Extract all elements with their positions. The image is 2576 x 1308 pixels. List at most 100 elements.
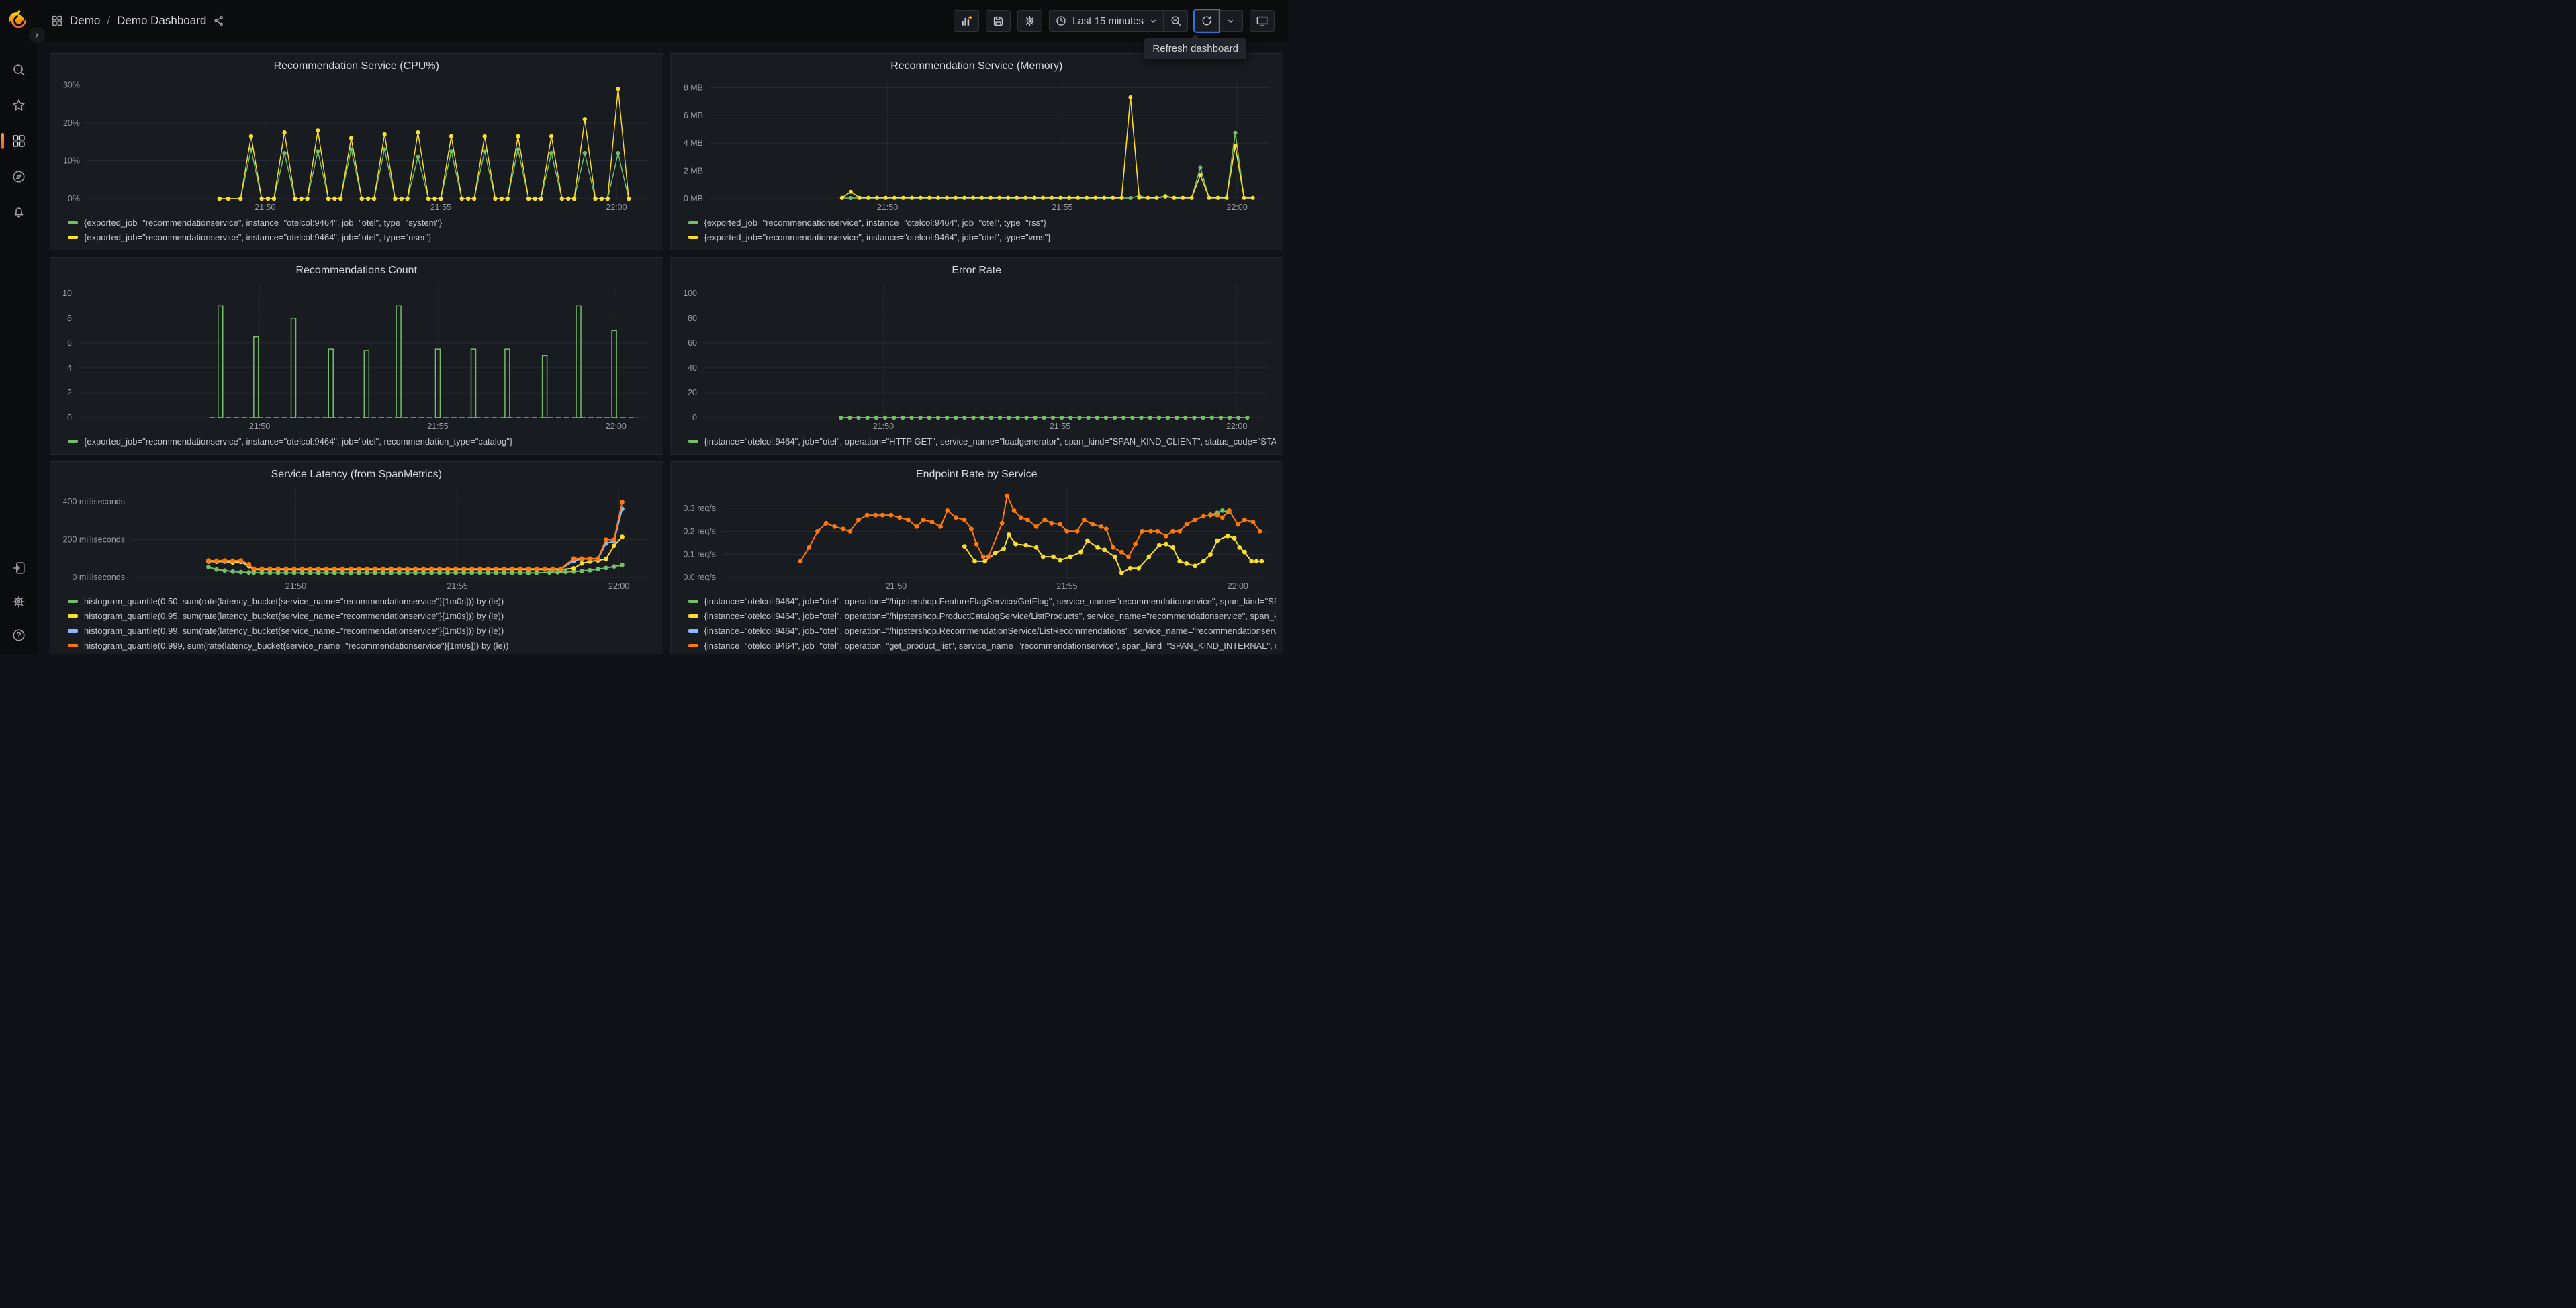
legend-series-label: {instance="otelcol:9464", job="otel", op…: [704, 610, 1277, 621]
legend-series-label: {instance="otelcol:9464", job="otel", op…: [704, 640, 1277, 651]
sidebar-item-starred[interactable]: [5, 92, 32, 119]
svg-text:22:00: 22:00: [1227, 581, 1248, 591]
main-area: Demo / Demo Dashboard Last 15 minutes Re…: [38, 0, 1288, 654]
legend-item[interactable]: histogram_quantile(0.50, sum(rate(latenc…: [68, 594, 656, 608]
kiosk-mode-button[interactable]: [1250, 10, 1275, 32]
panel-title[interactable]: Error Rate: [678, 262, 1277, 279]
legend-series-swatch: [688, 235, 698, 239]
svg-text:10%: 10%: [63, 156, 80, 165]
time-series-plot[interactable]: 21:50 21:55 22:00 0 milliseconds 200 millise…: [57, 483, 656, 592]
time-series-plot[interactable]: 21:50 21:55 22:00 0 2 4 6 8 10: [57, 279, 656, 432]
legend-item[interactable]: {instance="otelcol:9464", job="otel", op…: [688, 434, 1277, 449]
sidebar-expand-button[interactable]: [29, 27, 45, 43]
legend-series-swatch: [68, 599, 78, 603]
bell-icon: [14, 207, 24, 218]
time-series-plot[interactable]: 21:50 21:55 22:00 0 MB 2 MB 4 MB 6 MB 8 MB: [678, 75, 1277, 214]
svg-text:22:00: 22:00: [606, 422, 627, 431]
sidebar-item-explore[interactable]: [5, 163, 32, 190]
panel-title[interactable]: Recommendation Service (CPU%): [57, 58, 656, 75]
svg-text:8 MB: 8 MB: [683, 83, 702, 92]
sidebar-item-dashboards[interactable]: [1, 128, 32, 154]
svg-text:21:55: 21:55: [1056, 581, 1077, 591]
legend-item[interactable]: {exported_job="recommendationservice", i…: [68, 215, 656, 230]
refresh-dashboard-button[interactable]: [1193, 9, 1220, 33]
svg-text:60: 60: [688, 338, 697, 348]
share-dashboard-button[interactable]: [213, 15, 225, 27]
legend-series-label: {exported_job="recommendationservice", i…: [704, 217, 1047, 228]
panel-title[interactable]: Recommendation Service (Memory): [678, 58, 1277, 75]
clock-icon: [1056, 16, 1066, 26]
svg-text:200 milliseconds: 200 milliseconds: [63, 535, 125, 545]
legend-series-label: {exported_job="recommendationservice", i…: [84, 232, 432, 242]
svg-text:100: 100: [683, 289, 697, 298]
grafana-app: Demo / Demo Dashboard Last 15 minutes Re…: [0, 0, 1288, 654]
legend-series-swatch: [68, 643, 78, 647]
svg-text:21:55: 21:55: [447, 581, 467, 591]
legend-item[interactable]: histogram_quantile(0.99, sum(rate(latenc…: [68, 623, 656, 638]
gear-icon: [1025, 15, 1036, 26]
grafana-logo[interactable]: [7, 8, 30, 31]
monitor-icon: [1256, 16, 1268, 26]
legend-series-label: histogram_quantile(0.999, sum(rate(laten…: [84, 640, 509, 651]
svg-text:21:55: 21:55: [427, 422, 448, 431]
svg-text:21:50: 21:50: [249, 422, 270, 431]
sidebar-item-help[interactable]: [5, 622, 32, 649]
legend-item[interactable]: {instance="otelcol:9464", job="otel", op…: [688, 608, 1277, 623]
svg-text:20%: 20%: [63, 118, 80, 128]
legend-series-label: histogram_quantile(0.95, sum(rate(latenc…: [84, 610, 504, 621]
sidebar-item-sign-in[interactable]: [5, 555, 32, 581]
refresh-interval-dropdown[interactable]: [1219, 10, 1243, 32]
legend-series-label: {instance="otelcol:9464", job="otel", op…: [704, 596, 1277, 606]
legend-series-label: {exported_job="recommendationservice", i…: [84, 217, 443, 228]
dashboard-toolbar: Last 15 minutes: [954, 9, 1275, 33]
svg-text:21:50: 21:50: [885, 581, 906, 591]
sidebar-item-search[interactable]: [5, 56, 32, 83]
sidebar-item-configuration[interactable]: [5, 588, 32, 615]
legend-item[interactable]: {instance="otelcol:9464", job="otel", op…: [688, 623, 1276, 638]
search-icon: [13, 64, 25, 76]
svg-text:80: 80: [688, 314, 697, 323]
legend-item[interactable]: {exported_job="recommendationservice", i…: [68, 230, 656, 244]
legend-item[interactable]: {exported_job="recommendationservice", i…: [688, 230, 1277, 244]
panel-title[interactable]: Endpoint Rate by Service: [678, 466, 1277, 483]
dashboard-grid-icon: [51, 15, 63, 27]
panel-title[interactable]: Recommendations Count: [57, 262, 656, 279]
panel-error-rate: Error Rate 21:50 21:55 22:00 0 20 40 60 80 100 {…: [670, 257, 1283, 455]
time-series-plot[interactable]: 21:50 21:55 22:00 0% 10% 20% 30%: [57, 75, 656, 214]
add-panel-button[interactable]: [954, 10, 980, 32]
svg-text:22:00: 22:00: [1226, 203, 1247, 212]
panel-title[interactable]: Service Latency (from SpanMetrics): [57, 466, 656, 483]
legend-item[interactable]: {exported_job="recommendationservice", i…: [68, 434, 656, 449]
legend-item[interactable]: {instance="otelcol:9464", job="otel", op…: [688, 638, 1277, 653]
breadcrumb: Demo / Demo Dashboard: [51, 14, 225, 28]
sidebar-item-alerting[interactable]: [5, 199, 32, 226]
svg-text:0.1 req/s: 0.1 req/s: [683, 550, 716, 559]
svg-text:0 milliseconds: 0 milliseconds: [72, 573, 125, 582]
time-series-plot[interactable]: 21:50 21:55 22:00 0 20 40 60 80 100: [678, 279, 1277, 432]
legend-series-label: {instance="otelcol:9464", job="otel", op…: [704, 436, 1277, 447]
save-dashboard-button[interactable]: [986, 10, 1011, 32]
svg-text:22:00: 22:00: [1226, 422, 1246, 431]
svg-text:21:50: 21:50: [876, 203, 897, 212]
time-range-picker[interactable]: Last 15 minutes: [1049, 10, 1164, 32]
legend-item[interactable]: histogram_quantile(0.95, sum(rate(latenc…: [68, 608, 656, 623]
zoom-out-icon: [1171, 16, 1181, 26]
breadcrumb-section[interactable]: Demo: [70, 14, 100, 28]
legend-item[interactable]: {instance="otelcol:9464", job="otel", op…: [688, 594, 1277, 608]
legend: {exported_job="recommendationservice", i…: [57, 214, 656, 244]
legend-series-swatch: [688, 643, 698, 647]
panel-recommendation-service-cpu: Recommendation Service (CPU%) 21:50 21:55…: [50, 53, 663, 250]
legend-item[interactable]: {exported_job="recommendationservice", i…: [688, 215, 1277, 230]
time-series-plot[interactable]: 21:50 21:55 22:00 0.0 req/s 0.1 req/s 0.2 req…: [678, 483, 1277, 592]
zoom-out-time-button[interactable]: [1164, 10, 1188, 32]
svg-text:21:50: 21:50: [285, 581, 306, 591]
save-icon: [993, 16, 1003, 26]
gear-icon: [13, 596, 25, 608]
dashboard-settings-button[interactable]: [1017, 10, 1043, 32]
legend-item[interactable]: histogram_quantile(0.999, sum(rate(laten…: [68, 638, 656, 653]
svg-text:0%: 0%: [68, 194, 80, 203]
legend-series-swatch: [688, 220, 698, 224]
breadcrumb-page[interactable]: Demo Dashboard: [117, 14, 206, 28]
chevron-down-icon: [1151, 19, 1156, 23]
svg-text:6: 6: [67, 338, 72, 348]
